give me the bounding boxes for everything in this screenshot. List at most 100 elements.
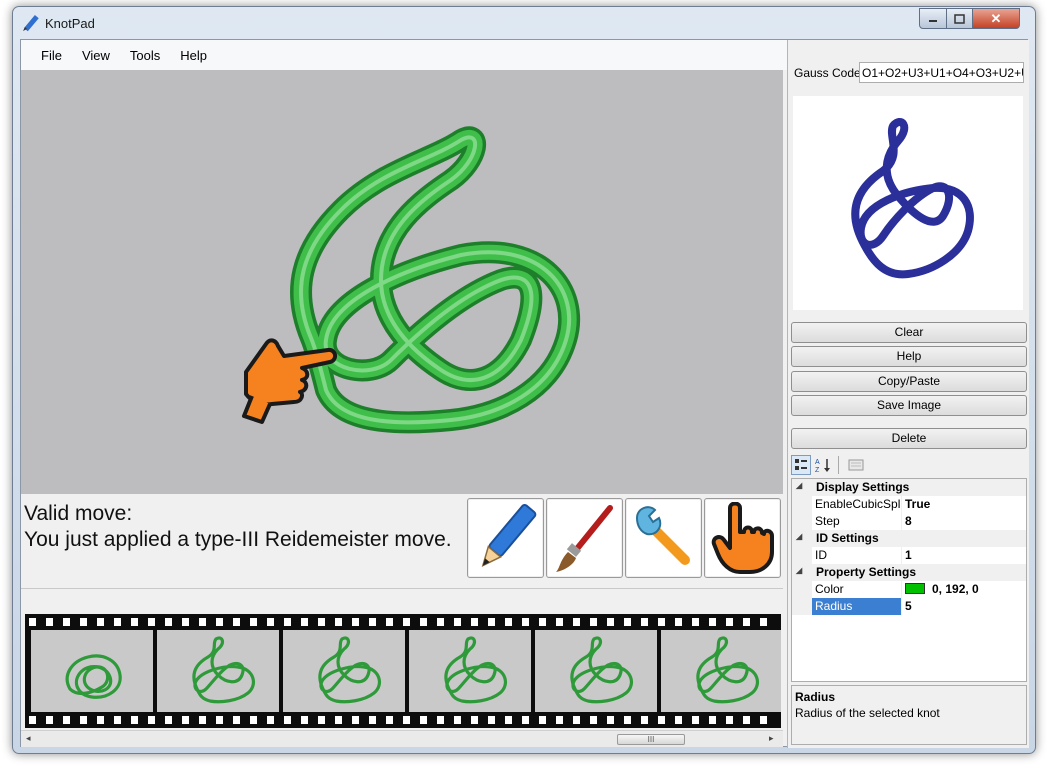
film-hole (114, 716, 121, 724)
knot-canvas[interactable] (21, 70, 783, 494)
film-hole (114, 618, 121, 626)
film-hole (148, 618, 155, 626)
film-hole (46, 716, 53, 724)
film-hole (29, 716, 36, 724)
menu-view[interactable]: View (72, 48, 120, 63)
film-hole (63, 716, 70, 724)
paintbrush-tool-button[interactable] (546, 498, 623, 578)
category-display-settings[interactable]: ◢ Display Settings (792, 479, 1026, 496)
minimize-icon (929, 19, 937, 22)
knot-preview (793, 96, 1023, 310)
hand-tool-button[interactable] (704, 498, 781, 578)
menu-file[interactable]: File (31, 48, 72, 63)
description-title: Radius (795, 690, 836, 704)
collapse-triangle-icon[interactable]: ◢ (796, 481, 802, 490)
film-hole (165, 716, 172, 724)
column-divider (901, 598, 902, 615)
menu-tools[interactable]: Tools (120, 48, 170, 63)
filmstrip-frame[interactable] (535, 630, 657, 712)
scroll-thumb[interactable]: III (617, 734, 685, 745)
status-panel: Valid move: You just applied a type-III … (21, 496, 461, 586)
copy-paste-button[interactable]: Copy/Paste (791, 371, 1027, 392)
film-hole (148, 716, 155, 724)
film-hole (301, 618, 308, 626)
title-bar[interactable]: KnotPad ✕ (13, 7, 1035, 39)
collapse-triangle-icon[interactable]: ◢ (796, 532, 802, 541)
property-pages-icon (848, 459, 864, 471)
filmstrip-frame[interactable] (283, 630, 405, 712)
svg-text:Z: Z (815, 467, 820, 473)
alphabetical-button[interactable]: AZ (814, 455, 834, 475)
row-gutter (792, 581, 812, 598)
film-hole (675, 618, 682, 626)
categorized-button[interactable] (791, 455, 811, 475)
frame-knot-thumbnail (192, 636, 256, 704)
filmstrip-frame[interactable] (157, 630, 279, 712)
film-hole (131, 716, 138, 724)
film-hole (335, 716, 342, 724)
film-hole (658, 618, 665, 626)
row-gutter (792, 598, 812, 615)
film-hole (556, 618, 563, 626)
film-hole (505, 716, 512, 724)
film-hole (267, 618, 274, 626)
film-hole (709, 716, 716, 724)
film-hole (403, 716, 410, 724)
knot-drawing (242, 126, 581, 434)
gauss-code-field[interactable]: O1+O2+U3+U1+O4+O3+U2+U4 (859, 62, 1024, 83)
clear-button[interactable]: Clear (791, 322, 1027, 343)
filmstrip-frame[interactable] (661, 630, 781, 712)
film-hole (488, 618, 495, 626)
filmstrip-header (21, 588, 783, 608)
film-hole (199, 716, 206, 724)
property-row-enable-cubic[interactable]: EnableCubicSpli True (792, 496, 1026, 513)
menu-bar: File View Tools Help (21, 40, 789, 70)
film-hole (369, 618, 376, 626)
film-hole (709, 618, 716, 626)
filmstrip-frame[interactable] (409, 630, 531, 712)
help-button[interactable]: Help (791, 346, 1027, 367)
scroll-right-icon[interactable]: ▸ (769, 733, 774, 744)
hand-pointer-icon (711, 502, 774, 574)
property-row-step[interactable]: Step 8 (792, 513, 1026, 530)
close-button[interactable]: ✕ (972, 8, 1020, 29)
category-property-settings[interactable]: ◢ Property Settings (792, 564, 1026, 581)
color-value: 0, 192, 0 (932, 582, 979, 596)
category-id-settings[interactable]: ◢ ID Settings (792, 530, 1026, 547)
property-description-panel: Radius Radius of the selected knot (791, 685, 1027, 745)
scroll-left-icon[interactable]: ◂ (26, 733, 31, 744)
film-hole (760, 618, 767, 626)
wrench-tool-button[interactable] (625, 498, 702, 578)
frame-knot-thumbnail (65, 654, 122, 699)
save-image-button[interactable]: Save Image (791, 395, 1027, 416)
film-hole (301, 716, 308, 724)
menu-help[interactable]: Help (170, 48, 217, 63)
film-hole (29, 618, 36, 626)
maximize-button[interactable] (946, 8, 973, 29)
column-divider (901, 513, 902, 530)
collapse-triangle-icon[interactable]: ◢ (796, 566, 802, 575)
film-hole (233, 716, 240, 724)
film-hole (182, 618, 189, 626)
film-hole (471, 716, 478, 724)
property-row-color[interactable]: Color 0, 192, 0 (792, 581, 1026, 598)
minimize-button[interactable] (919, 8, 947, 29)
film-hole (386, 716, 393, 724)
pencil-tool-button[interactable] (467, 498, 544, 578)
filmstrip-frame[interactable] (31, 630, 153, 712)
film-hole (556, 716, 563, 724)
film-hole (726, 716, 733, 724)
frame-knot-thumbnail (570, 636, 634, 704)
film-hole (573, 618, 580, 626)
property-row-radius[interactable]: Radius 5 (792, 598, 1026, 615)
film-hole (624, 716, 631, 724)
film-hole (590, 618, 597, 626)
filmstrip[interactable] (25, 614, 781, 728)
property-pages-button[interactable] (846, 455, 866, 475)
delete-button[interactable]: Delete (791, 428, 1027, 449)
filmstrip-scrollbar[interactable]: ◂ III ▸ (21, 730, 783, 747)
film-hole (216, 618, 223, 626)
film-hole (352, 618, 359, 626)
film-hole (437, 716, 444, 724)
property-row-id[interactable]: ID 1 (792, 547, 1026, 564)
